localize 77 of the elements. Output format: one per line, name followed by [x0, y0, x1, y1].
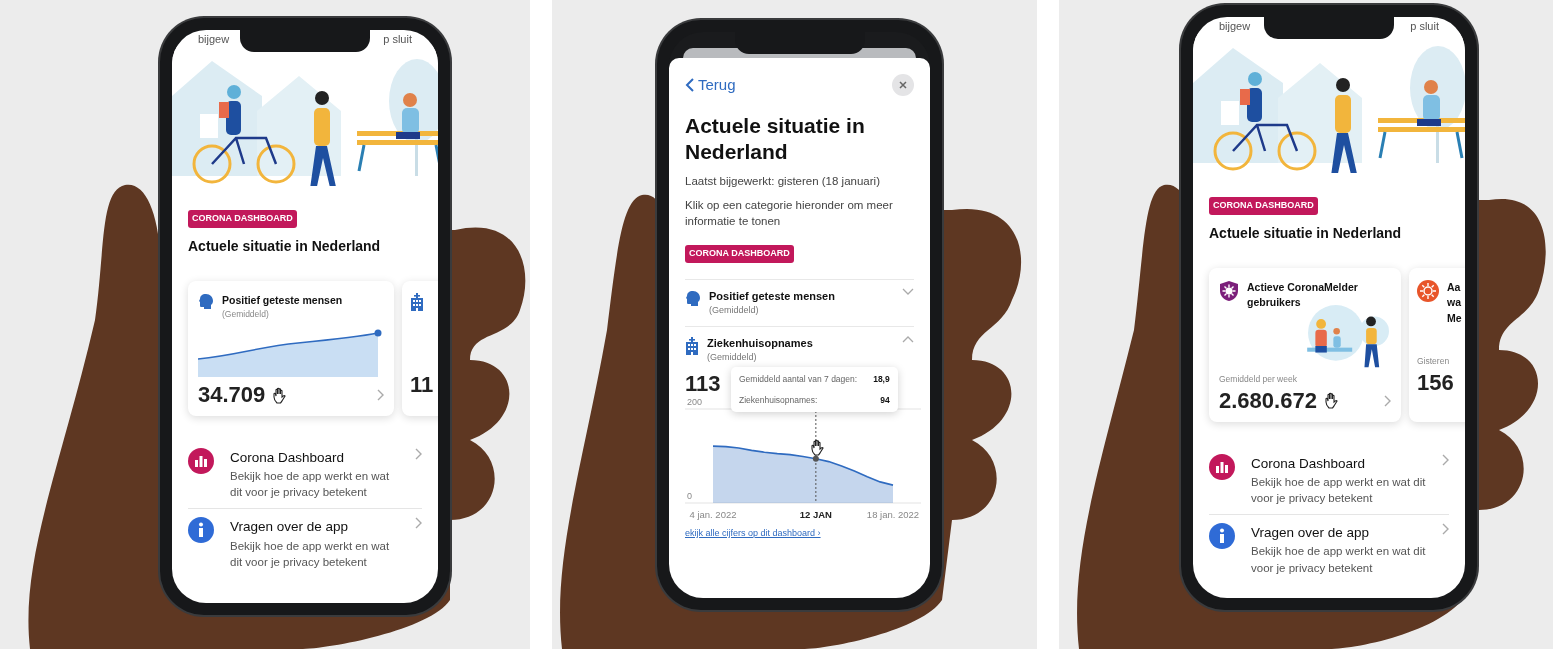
- bar-chart-icon: [1209, 453, 1235, 480]
- chevron-right-icon: [1384, 394, 1391, 407]
- link-title: Vragen over de app: [230, 518, 350, 537]
- tooltip-label: Ziekenhuisopnames:: [739, 393, 818, 407]
- section-title: Positief geteste mensen: [709, 288, 836, 304]
- section-subtitle: (Gemiddeld): [709, 304, 760, 318]
- card-subtitle: (Gemiddeld): [222, 308, 269, 321]
- section-title: Ziekenhuisopnames: [707, 335, 814, 351]
- axis-tick-label: 200: [687, 396, 703, 407]
- updated-text: Laatst bijgewerkt: gisteren (18 januari): [685, 174, 881, 189]
- menu-item[interactable]: Vragen over de app Bekijk hoe de app werkt en wat dit voor je privacy betekent: [188, 508, 422, 578]
- bar-chart-icon: [188, 448, 214, 474]
- stat-card[interactable]: Aa wa Me Gisteren 156: [1409, 267, 1465, 422]
- link-title: Corona Dashboard: [230, 449, 346, 467]
- tooltip-label: Gemiddeld aantal van 7 dagen:: [739, 372, 858, 386]
- chevron-up-icon: [902, 334, 914, 343]
- menu-item[interactable]: Vragen over de app Bekijk hoe de app werkt en wat dit voor je privacy betekent: [1209, 514, 1449, 584]
- status-text: bijgew: [1219, 19, 1251, 33]
- link-description: Bekijk hoe de app werkt en wat dit voor je privacy betekent: [230, 469, 391, 501]
- card-title: wa: [1447, 295, 1461, 311]
- link-title: Corona Dashboard: [1251, 454, 1367, 473]
- axis-tick-label: 12 JAN: [799, 508, 832, 520]
- link-title: Vragen over de app: [1251, 524, 1371, 543]
- stat-value: 34.709: [198, 384, 266, 406]
- stat-card[interactable]: Actieve CoronaMelder gebruikers Gemiddeld per week 2.680.672: [1209, 267, 1401, 422]
- menu-item[interactable]: Corona Dashboard Bekijk hoe de app werkt en wat dit voor je privacy betekent: [188, 440, 422, 509]
- section-heading: Actuele situatie in Nederland: [1209, 223, 1403, 243]
- stat-value: 156: [1417, 371, 1454, 394]
- chevron-right-icon: [1442, 453, 1449, 466]
- section-heading: Actuele situatie in Nederland: [188, 236, 382, 256]
- hospital-icon: [685, 336, 699, 355]
- menu-item[interactable]: Corona Dashboard Bekijk hoe de app werkt en wat dit voor je privacy betekent: [1209, 445, 1449, 515]
- status-text: p sluit: [1410, 19, 1439, 33]
- stat-value: 2.680.672: [1219, 389, 1317, 412]
- link-description: Bekijk hoe de app werkt en wat dit voor je privacy betekent: [1251, 475, 1426, 507]
- card-title: Aa: [1447, 279, 1461, 295]
- section-subtitle: (Gemiddeld): [707, 351, 758, 365]
- category-tag: CORONA DASHBOARD: [188, 210, 297, 228]
- page-heading: Actuele situatie in Nederland: [685, 112, 866, 165]
- chevron-right-icon: [377, 389, 384, 401]
- stat-value: 11: [410, 373, 434, 396]
- axis-tick-label: 4 jan. 2022: [689, 508, 737, 520]
- axis-tick-label: 18 jan. 2022: [866, 508, 920, 520]
- card-title: Me: [1447, 311, 1462, 326]
- card-title: Actieve CoronaMelder gebruikers: [1247, 279, 1359, 311]
- card-caption: Gisteren: [1417, 354, 1450, 368]
- back-button[interactable]: Terug: [685, 74, 736, 97]
- info-icon: [188, 517, 214, 544]
- close-button[interactable]: [892, 74, 914, 97]
- status-text: p sluit: [383, 32, 412, 46]
- axis-tick-label: 0: [687, 490, 692, 501]
- stat-card[interactable]: 11: [402, 280, 438, 416]
- back-chevron-icon: [685, 78, 694, 93]
- dashboard-link[interactable]: ekijk alle cijfers op dit dashboard ›: [685, 526, 821, 541]
- chevron-right-icon: [1442, 523, 1449, 536]
- card-title: Positief geteste mensen: [222, 292, 343, 308]
- category-tag: CORONA DASHBOARD: [1209, 197, 1318, 215]
- chevron-down-icon: [902, 287, 914, 296]
- shield-icon: [1219, 279, 1239, 302]
- chevron-right-icon: [415, 448, 422, 460]
- category-tag: CORONA DASHBOARD: [685, 245, 794, 263]
- head-silhouette-icon: [685, 289, 701, 308]
- chevron-right-icon: [415, 517, 422, 530]
- stat-card[interactable]: Positief geteste mensen (Gemiddeld) 34.709: [188, 280, 394, 416]
- close-icon: [899, 81, 907, 90]
- head-silhouette-icon: [198, 292, 214, 311]
- stat-value: 113: [685, 372, 721, 395]
- tooltip-value: 94: [880, 393, 890, 407]
- instruction-text: Klik op een categorie hieronder om meer informatie te tonen: [685, 198, 894, 230]
- link-description: Bekijk hoe de app werkt en wat dit voor je privacy betekent: [1251, 544, 1426, 576]
- card-caption: Gemiddeld per week: [1219, 373, 1297, 386]
- accordion-header[interactable]: Positief geteste mensen (Gemiddeld): [685, 278, 914, 326]
- tooltip-value: 18,9: [873, 372, 890, 386]
- link-description: Bekijk hoe de app werkt en wat dit voor je privacy betekent: [230, 538, 391, 570]
- status-text: bijgew: [198, 32, 230, 46]
- info-icon: [1209, 523, 1235, 550]
- hospital-icon: [410, 292, 424, 311]
